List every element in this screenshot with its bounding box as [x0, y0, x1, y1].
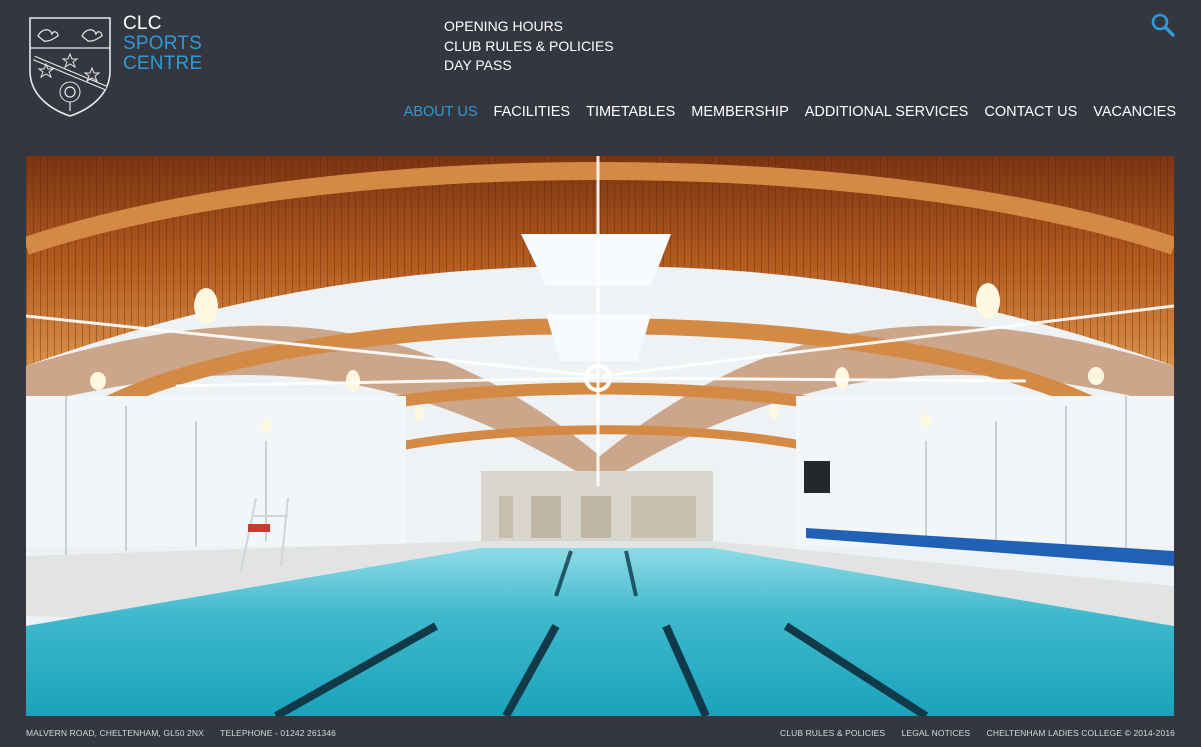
footer-contact: MALVERN ROAD, CHELTENHAM, GL50 2NX TELEP…	[26, 728, 350, 738]
top-link-club-rules[interactable]: CLUB RULES & POLICIES	[444, 37, 614, 57]
nav-additional-services[interactable]: ADDITIONAL SERVICES	[805, 104, 969, 120]
main-nav: ABOUT US FACILITIES TIMETABLES MEMBERSHI…	[404, 104, 1176, 120]
hero-image	[26, 156, 1174, 716]
search-icon[interactable]	[1150, 12, 1176, 38]
nav-contact-us[interactable]: CONTACT US	[984, 104, 1077, 120]
footer-link-legal-notices[interactable]: LEGAL NOTICES	[902, 728, 971, 738]
brand-line-3: CENTRE	[123, 53, 203, 74]
top-link-day-pass[interactable]: DAY PASS	[444, 56, 614, 76]
nav-facilities[interactable]: FACILITIES	[494, 104, 571, 120]
footer-telephone: TELEPHONE - 01242 261346	[220, 728, 336, 738]
nav-timetables[interactable]: TIMETABLES	[586, 104, 675, 120]
nav-membership[interactable]: MEMBERSHIP	[691, 104, 789, 120]
brand-line-1: CLC	[123, 13, 162, 34]
nav-about-us[interactable]: ABOUT US	[404, 104, 478, 120]
footer-links: CLUB RULES & POLICIES LEGAL NOTICES CHEL…	[766, 728, 1175, 738]
brand-name[interactable]: CLC SPORTS CENTRE	[123, 14, 202, 74]
footer-copyright[interactable]: CHELTENHAM LADIES COLLEGE © 2014-2016	[987, 728, 1175, 738]
footer-link-club-rules[interactable]: CLUB RULES & POLICIES	[780, 728, 885, 738]
footer-address: MALVERN ROAD, CHELTENHAM, GL50 2NX	[26, 728, 204, 738]
top-links: OPENING HOURS CLUB RULES & POLICIES DAY …	[444, 17, 614, 76]
brand-line-2: SPORTS	[123, 33, 202, 54]
top-link-opening-hours[interactable]: OPENING HOURS	[444, 17, 614, 37]
nav-vacancies[interactable]: VACANCIES	[1093, 104, 1176, 120]
crest-logo-icon[interactable]	[28, 16, 112, 118]
